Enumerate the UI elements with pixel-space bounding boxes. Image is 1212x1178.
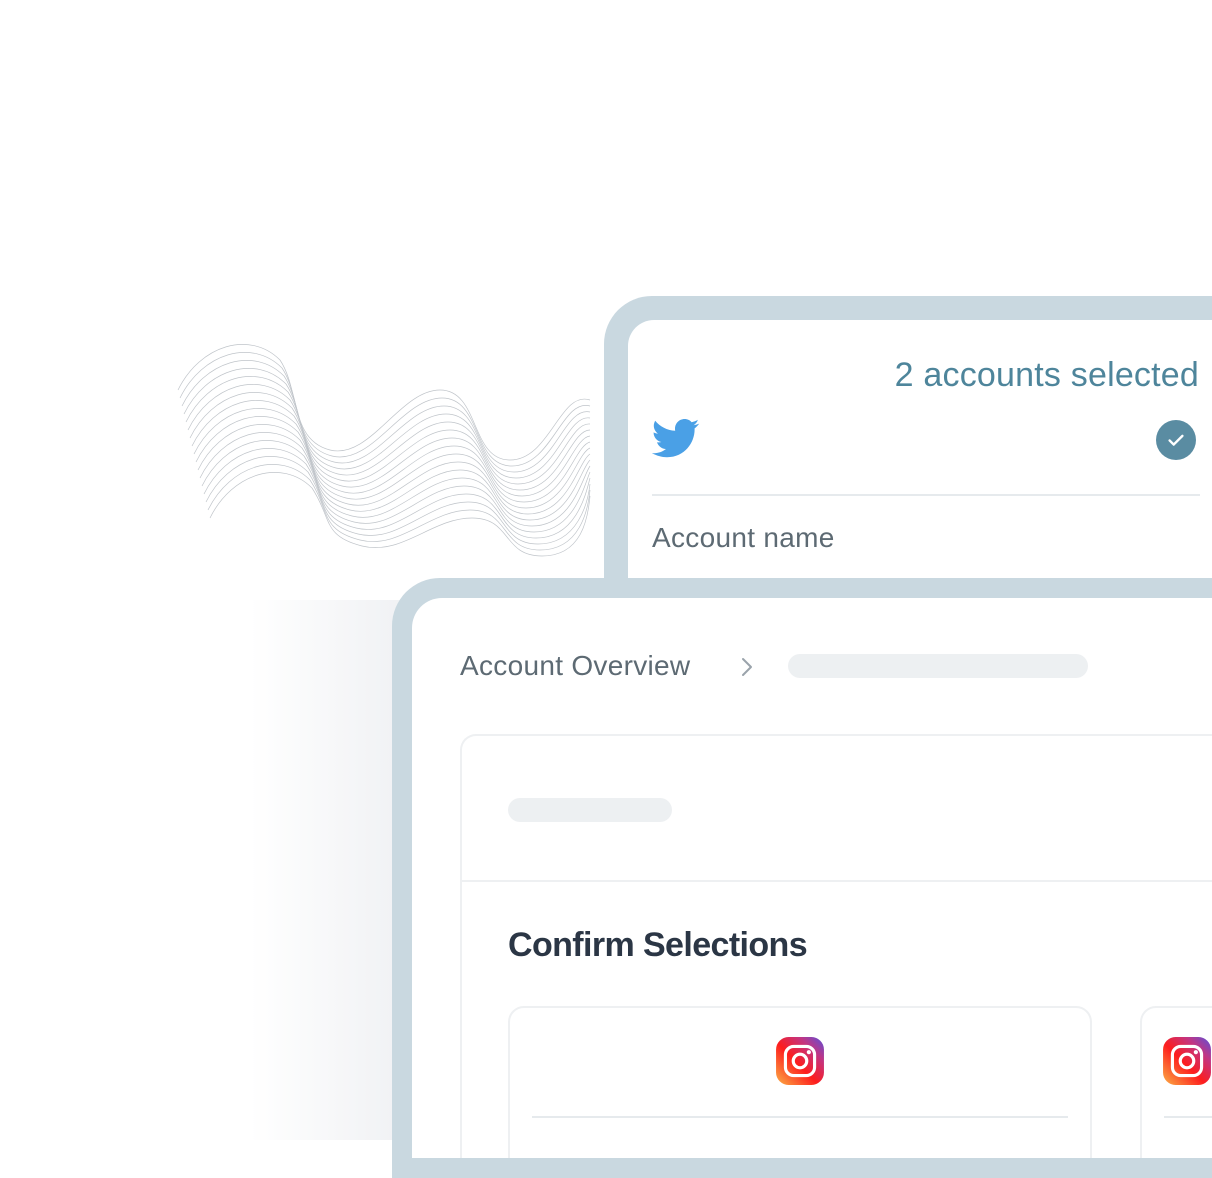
instagram-icon (776, 1037, 824, 1085)
selected-count-label: 2 accounts selected (894, 356, 1199, 394)
account-name-label: Account name (652, 522, 835, 553)
account-overview-card: Account Overview Confirm Selections (412, 598, 1212, 1158)
wave-decoration (177, 344, 591, 557)
breadcrumb-placeholder (788, 654, 1088, 678)
breadcrumb-account-overview[interactable]: Account Overview (460, 650, 690, 682)
overview-panel: Confirm Selections (460, 734, 1212, 1158)
instagram-icon (1163, 1037, 1211, 1085)
checkmark-circle-icon[interactable] (1156, 420, 1196, 460)
divider (532, 1116, 1068, 1118)
divider (462, 880, 1212, 882)
divider (652, 494, 1200, 496)
selection-card[interactable] (508, 1006, 1092, 1158)
account-selector-card: 2 accounts selected Account name (628, 320, 1212, 578)
text-placeholder (508, 798, 672, 822)
chevron-right-icon (742, 658, 752, 676)
twitter-bird-icon[interactable] (652, 418, 700, 460)
checkmark-icon (1168, 434, 1184, 446)
divider (1164, 1116, 1212, 1118)
section-title: Confirm Selections (508, 926, 808, 964)
selection-card[interactable] (1140, 1006, 1212, 1158)
